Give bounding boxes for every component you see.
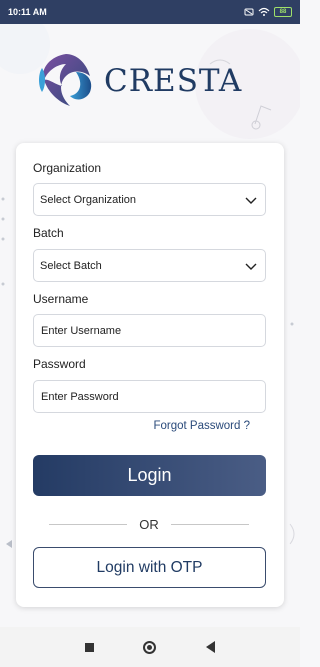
status-icons: 88 — [244, 7, 292, 17]
username-placeholder: Enter Username — [41, 324, 122, 337]
status-bar: 10:11 AM 88 — [0, 0, 300, 24]
batch-label: Batch — [33, 226, 64, 240]
password-label: Password — [33, 357, 86, 371]
chevron-down-icon — [245, 263, 257, 270]
brand-name: CRESTA — [104, 63, 243, 99]
cresta-logo-icon — [39, 54, 92, 106]
username-label: Username — [33, 292, 89, 306]
organization-select[interactable]: Select Organization — [33, 183, 266, 216]
organization-label: Organization — [33, 161, 102, 175]
batch-select-value: Select Batch — [40, 259, 102, 272]
chevron-down-icon — [245, 197, 257, 204]
recent-apps-icon[interactable] — [84, 642, 94, 652]
forgot-password-link[interactable]: Forgot Password ? — [153, 420, 250, 432]
battery-icon: 88 — [274, 7, 292, 17]
brand-logo: CRESTA — [36, 48, 276, 114]
home-icon[interactable] — [143, 640, 157, 654]
or-divider: OR — [49, 516, 249, 532]
status-time: 10:11 AM — [8, 7, 47, 17]
login-with-otp-button[interactable]: Login with OTP — [33, 547, 266, 588]
or-text: OR — [139, 516, 159, 532]
username-input[interactable]: Enter Username — [33, 314, 266, 347]
navigation-bar — [0, 627, 300, 667]
login-button[interactable]: Login — [33, 455, 266, 496]
organization-select-value: Select Organization — [40, 193, 136, 206]
wifi-icon — [258, 7, 270, 16]
divider-line-right — [170, 523, 249, 525]
login-card: Organization Select Organization Batch S… — [16, 143, 284, 607]
divider-line-left — [49, 523, 128, 525]
batch-select[interactable]: Select Batch — [33, 249, 266, 282]
alarm-icon — [244, 8, 254, 16]
back-icon[interactable] — [206, 641, 216, 653]
password-input[interactable]: Enter Password — [33, 380, 266, 413]
password-placeholder: Enter Password — [41, 390, 119, 403]
battery-level: 88 — [279, 9, 287, 15]
